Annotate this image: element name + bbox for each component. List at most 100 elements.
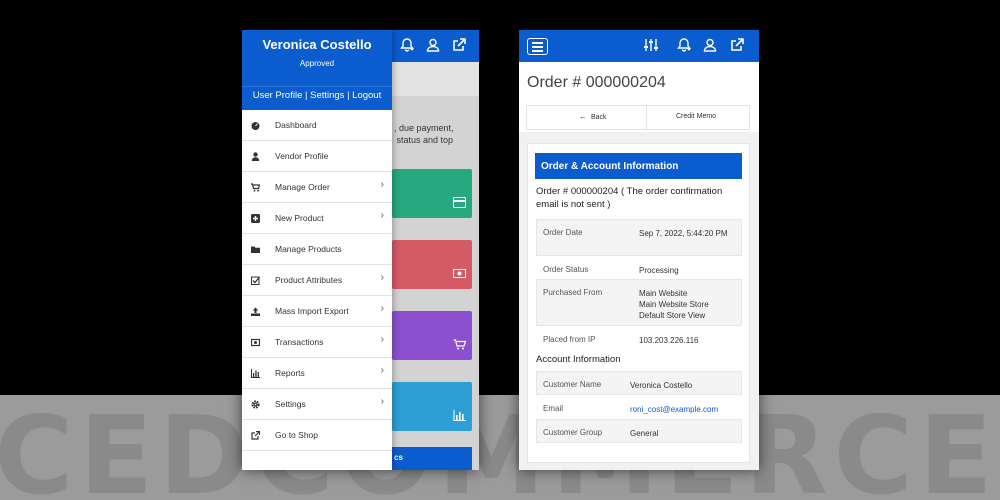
field-key: Order Date bbox=[543, 228, 583, 237]
dashboard-icon bbox=[251, 122, 260, 130]
back-button[interactable]: ← Back bbox=[527, 106, 647, 129]
email-link[interactable]: roni_cost@example.com bbox=[630, 404, 730, 415]
bottom-tile-text: cs bbox=[394, 453, 403, 462]
user-icon bbox=[251, 152, 260, 161]
folder-icon bbox=[251, 246, 260, 253]
menu-item-mass-import-export[interactable]: Mass Import Export › bbox=[242, 296, 392, 327]
plus-square-icon bbox=[251, 214, 260, 223]
menu-item-manage-products[interactable]: Manage Products bbox=[242, 234, 392, 265]
field-key: Customer Group bbox=[543, 428, 603, 437]
credit-memo-button[interactable]: Credit Memo bbox=[647, 106, 749, 129]
stat-tile-bottom[interactable]: cs bbox=[392, 447, 472, 470]
bell-icon[interactable] bbox=[399, 37, 415, 53]
field-value: 103.203.226.116 bbox=[639, 336, 699, 345]
watermark-text: CEDCOMMERCE bbox=[0, 395, 999, 500]
menu-label: Settings bbox=[275, 399, 306, 409]
page-title: Order # 000000204 bbox=[527, 74, 666, 91]
menu-item-new-product[interactable]: New Product › bbox=[242, 203, 392, 234]
card-title: Order & Account Information bbox=[535, 153, 742, 179]
bar-chart-icon bbox=[251, 369, 260, 378]
menu-label: Manage Products bbox=[275, 244, 342, 254]
field-key: Purchased From bbox=[543, 288, 603, 297]
hamburger-menu-button[interactable] bbox=[527, 38, 548, 55]
field-purchased-from: Purchased From Main Website Main Website… bbox=[536, 279, 742, 326]
stat-tile-red[interactable] bbox=[392, 240, 472, 289]
field-placed-from-ip: Placed from IP 103.203.226.116 bbox=[536, 326, 742, 350]
chevron-right-icon: › bbox=[380, 396, 384, 407]
field-key: Placed from IP bbox=[543, 335, 596, 344]
menu-label: Mass Import Export bbox=[275, 306, 349, 316]
field-email: Email roni_cost@example.com bbox=[536, 395, 742, 419]
field-customer-group: Customer Group General bbox=[536, 419, 742, 443]
field-value: Main Website Main Website Store Default … bbox=[639, 289, 709, 320]
menu-label: Vendor Profile bbox=[275, 151, 329, 161]
watermark-band: CEDCOMMERCE bbox=[0, 395, 1000, 500]
external-link-icon[interactable] bbox=[729, 37, 745, 53]
menu-item-go-to-shop[interactable]: Go to Shop bbox=[242, 420, 392, 451]
menu-label: Product Attributes bbox=[275, 275, 343, 285]
arrow-left-icon: ← bbox=[579, 112, 587, 121]
drawer-account-links[interactable]: User Profile | Settings | Logout bbox=[242, 86, 392, 110]
field-value: General bbox=[630, 429, 659, 438]
bell-icon[interactable] bbox=[676, 37, 692, 53]
chevron-right-icon: › bbox=[380, 365, 384, 376]
external-link-icon[interactable] bbox=[451, 37, 467, 53]
menu-item-settings[interactable]: Settings › bbox=[242, 389, 392, 420]
left-phone-screen: , due payment, status and top cs Veronic… bbox=[242, 30, 479, 470]
checkbox-icon bbox=[251, 276, 260, 285]
menu-item-product-attributes[interactable]: Product Attributes › bbox=[242, 265, 392, 296]
account-info-heading: Account Information bbox=[536, 354, 621, 365]
field-key: Email bbox=[543, 404, 564, 413]
order-number-line: Order # 000000204 ( The order confirmati… bbox=[536, 186, 723, 210]
sliders-icon[interactable] bbox=[643, 37, 659, 53]
credit-memo-label: Credit Memo bbox=[676, 113, 717, 120]
credit-card-icon bbox=[453, 197, 466, 208]
order-info-card: Order & Account Information Order # 0000… bbox=[527, 143, 750, 463]
menu-item-manage-order[interactable]: Manage Order › bbox=[242, 172, 392, 203]
field-value: Processing bbox=[639, 266, 679, 275]
vendor-status: Approved bbox=[299, 59, 335, 68]
menu-label: New Product bbox=[275, 213, 324, 223]
card-body: Order # 000000204 ( The order confirmati… bbox=[536, 185, 742, 443]
upload-icon bbox=[251, 307, 260, 316]
menu-item-reports[interactable]: Reports › bbox=[242, 358, 392, 389]
chevron-right-icon: › bbox=[380, 334, 384, 345]
field-order-date: Order Date Sep 7, 2022, 5:44:20 PM bbox=[536, 219, 742, 256]
stat-tile-green[interactable] bbox=[392, 169, 472, 218]
external-link-icon bbox=[251, 431, 260, 440]
bar-chart-icon bbox=[453, 410, 466, 421]
field-order-status: Order Status Processing bbox=[536, 256, 742, 279]
right-phone-screen: Order # 000000204 ← Back Credit Memo Ord… bbox=[519, 30, 759, 470]
menu-label: Go to Shop bbox=[275, 430, 319, 440]
drawer-header: Veronica Costello Approved User Profile … bbox=[242, 30, 392, 110]
field-value: Sep 7, 2022, 5:44:20 PM bbox=[639, 229, 728, 238]
drawer-menu: Dashboard Vendor Profile Manage Order › … bbox=[242, 110, 392, 451]
cart-icon bbox=[453, 339, 466, 350]
stat-tile-purple[interactable] bbox=[392, 311, 472, 360]
vendor-name: Veronica Costello bbox=[262, 37, 372, 52]
cart-icon bbox=[251, 183, 260, 192]
top-bar bbox=[519, 30, 759, 62]
gear-icon bbox=[251, 400, 260, 409]
side-drawer: Veronica Costello Approved User Profile … bbox=[242, 30, 392, 470]
user-icon[interactable] bbox=[425, 37, 441, 53]
field-value: Veronica Costello bbox=[630, 381, 693, 390]
chevron-right-icon: › bbox=[380, 272, 384, 283]
action-button-row: ← Back Credit Memo bbox=[526, 105, 750, 130]
background-subheader bbox=[392, 62, 479, 96]
field-key: Customer Name bbox=[543, 380, 602, 389]
menu-item-vendor-profile[interactable]: Vendor Profile bbox=[242, 141, 392, 172]
user-icon[interactable] bbox=[702, 37, 718, 53]
background-text: , due payment, status and top bbox=[394, 123, 454, 145]
money-icon bbox=[453, 269, 466, 278]
menu-label: Transactions bbox=[275, 337, 324, 347]
chevron-right-icon: › bbox=[380, 303, 384, 314]
menu-item-transactions[interactable]: Transactions › bbox=[242, 327, 392, 358]
menu-label: Dashboard bbox=[275, 120, 317, 130]
chevron-right-icon: › bbox=[380, 210, 384, 221]
field-key: Order Status bbox=[543, 265, 589, 274]
menu-label: Reports bbox=[275, 368, 305, 378]
stat-tile-cyan[interactable] bbox=[392, 382, 472, 431]
menu-item-dashboard[interactable]: Dashboard bbox=[242, 110, 392, 141]
back-label: Back bbox=[591, 114, 607, 121]
